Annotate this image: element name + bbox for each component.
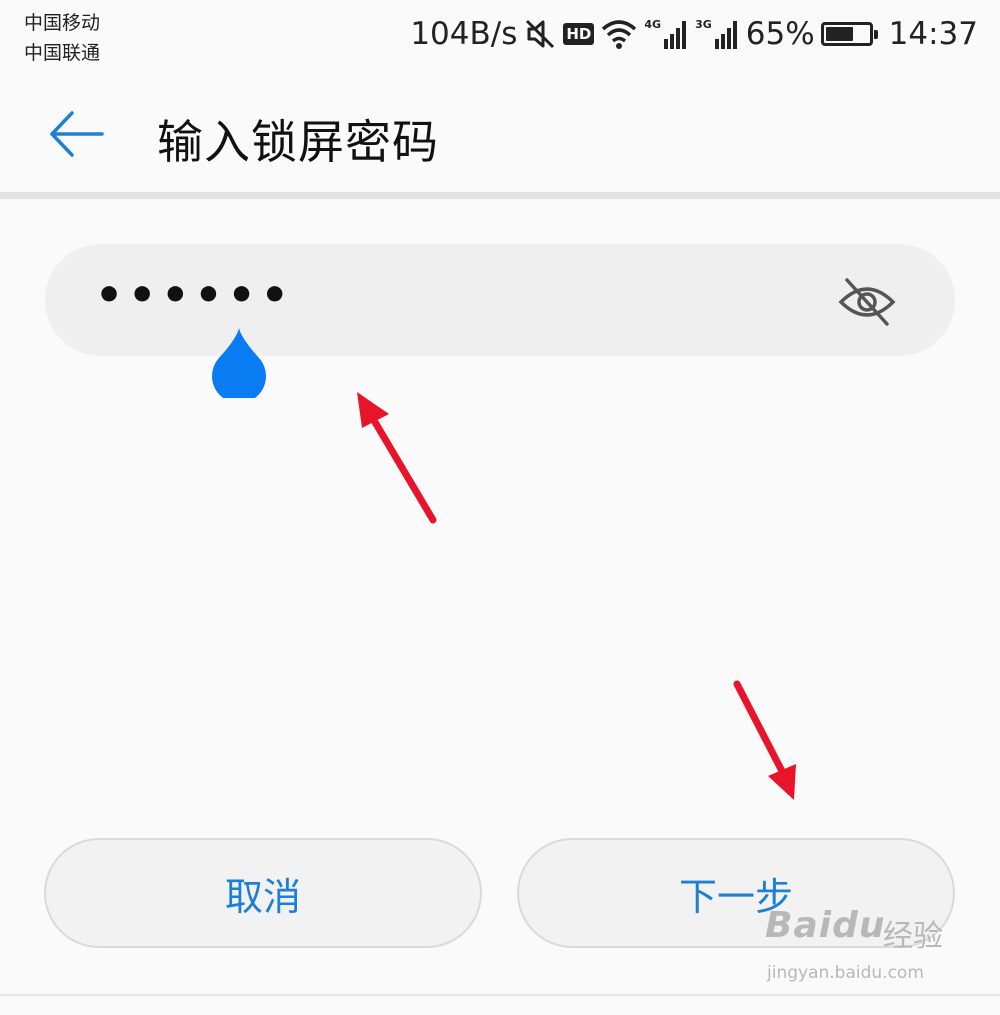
text-cursor-handle[interactable] — [208, 326, 270, 398]
mute-icon — [523, 17, 557, 51]
password-input[interactable]: •••••• — [45, 244, 955, 356]
clock: 14:37 — [888, 16, 978, 52]
app-header: 输入锁屏密码 — [0, 72, 1000, 192]
watermark-logo: Baidu — [765, 905, 886, 946]
cancel-button[interactable]: 取消 — [44, 838, 482, 948]
password-masked-value: •••••• — [95, 270, 294, 321]
watermark-url: jingyan.baidu.com — [767, 963, 924, 983]
hd-badge: HD — [563, 23, 595, 45]
show-password-toggle[interactable] — [837, 274, 897, 330]
battery-icon — [820, 22, 878, 46]
page-title: 输入锁屏密码 — [157, 115, 439, 169]
net-speed: 104B/s — [410, 16, 518, 52]
baidu-jingyan-watermark: Baidu 经验 jingyan.baidu.com — [765, 905, 950, 995]
carrier-2: 中国联通 — [24, 42, 101, 64]
battery-level-fill — [825, 27, 853, 41]
eye-off-icon — [838, 278, 896, 326]
wifi-icon — [600, 18, 638, 50]
header-divider — [0, 192, 1000, 199]
carrier-1: 中国移动 — [24, 12, 101, 34]
sim1-network-label: 4G — [644, 17, 662, 31]
status-icons: 104B/s HD 4G 3G 65% 14:37 — [410, 14, 978, 54]
signal-icon — [714, 19, 740, 49]
watermark-brand: 经验 — [883, 919, 943, 954]
signal-icon — [663, 19, 689, 49]
back-arrow-icon — [50, 111, 104, 157]
back-button[interactable] — [44, 102, 108, 166]
status-bar: 中国移动 中国联通 104B/s HD 4G 3G 65% 14:37 — [0, 0, 1000, 72]
sim2-network-label: 3G — [695, 17, 712, 31]
battery-percent: 65% — [745, 16, 815, 52]
